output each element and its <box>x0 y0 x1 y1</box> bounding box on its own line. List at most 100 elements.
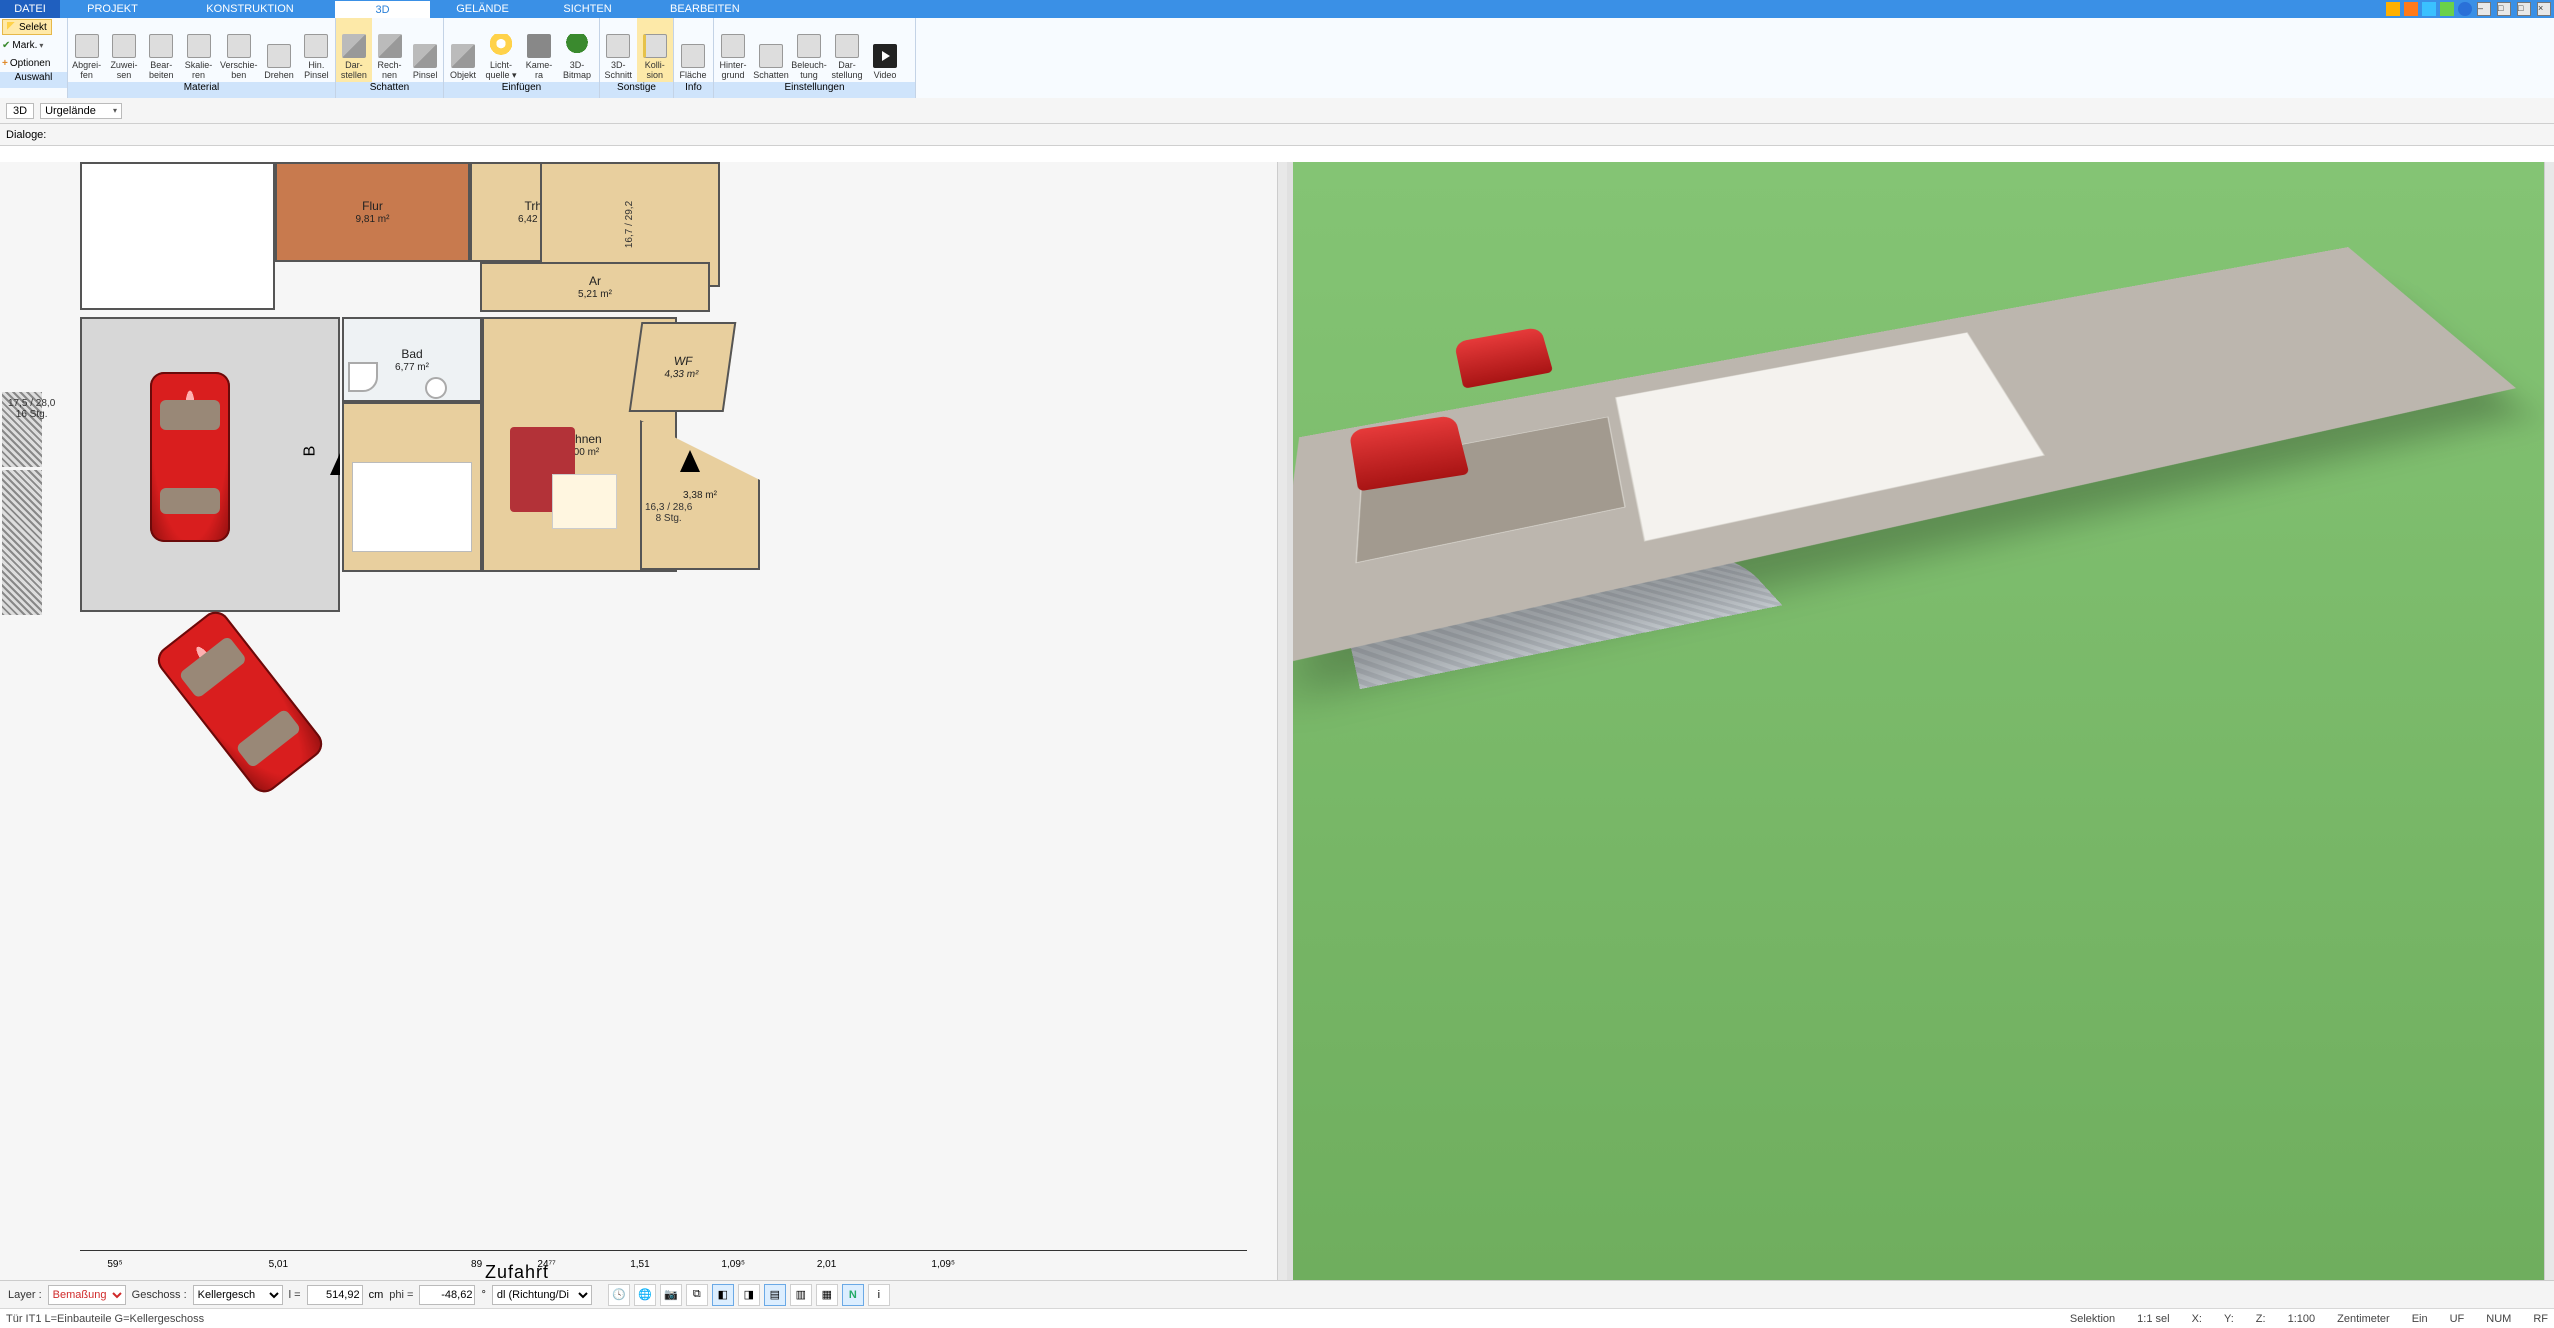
floorplan: 17,5 / 28,016 Stg. Flur9,81 m² Trh.6,42 … <box>80 162 1277 1280</box>
cm-label: cm <box>369 1289 384 1301</box>
group-title-sonstige: Sonstige <box>600 82 673 98</box>
view3d-pane[interactable]: ≡ 🪑 🌳 <box>1293 162 2544 1280</box>
layers1-icon[interactable]: ◧ <box>712 1284 734 1306</box>
pinsel-button[interactable]: Pinsel <box>407 18 443 82</box>
tri-area: 3,38 m² <box>683 490 717 501</box>
verschieben-button[interactable]: Verschie-ben <box>217 18 260 82</box>
status-left: Tür IT1 L=Einbauteile G=Kellergeschoss <box>6 1313 204 1325</box>
selekt-label: Selekt <box>19 22 47 33</box>
tab-gelaende[interactable]: GELÄNDE <box>430 0 535 18</box>
lichtquelle-button[interactable]: Licht-quelle ▾ <box>482 18 520 82</box>
hintergrund-label: Hinter-grund <box>719 61 746 80</box>
layer-select[interactable]: Bemaßung <box>48 1285 126 1305</box>
room-blank <box>80 162 275 310</box>
dialoge-label: Dialoge: <box>6 129 46 141</box>
refresh-icon[interactable] <box>2440 2 2454 16</box>
skalieren-label: Skalie-ren <box>185 61 213 80</box>
north-arrow-1 <box>680 450 700 472</box>
tab-datei[interactable]: DATEI <box>0 0 60 18</box>
bearbeiten-button[interactable]: Bear-beiten <box>143 18 180 82</box>
schnitt-button[interactable]: 3D-Schnitt <box>600 18 637 82</box>
wf-area: 4,33 m² <box>664 369 699 380</box>
tab-konstruktion[interactable]: KONSTRUKTION <box>165 0 335 18</box>
tab-bearbeiten[interactable]: BEARBEITEN <box>640 0 1680 18</box>
beleuchtung-button[interactable]: Beleuch-tung <box>790 18 828 82</box>
lichtquelle-label: Licht-quelle ▾ <box>485 61 516 80</box>
darstellen-button[interactable]: Dar-stellen <box>336 18 372 82</box>
flur-name: Flur <box>362 199 383 213</box>
status-z: Z: <box>2256 1313 2266 1325</box>
flaeche-button[interactable]: Fläche <box>674 18 712 82</box>
room-ar: Ar5,21 m² <box>480 262 710 312</box>
darstellung-label: Dar-stellung <box>831 61 862 80</box>
workspace: 17,5 / 28,016 Stg. Flur9,81 m² Trh.6,42 … <box>0 162 2554 1280</box>
window-restore[interactable]: □ <box>2517 2 2531 16</box>
bottom-icon-strip: 🕓 🌐 📷 ⧉ ◧ ◨ ▤ ▥ ▦ N i <box>608 1284 890 1306</box>
abgreifen-button[interactable]: Abgrei-fen <box>68 18 105 82</box>
optionen-button[interactable]: +Optionen <box>2 58 50 69</box>
group-schatten: Dar-stellen Rech-nen Pinsel Schatten <box>336 18 444 98</box>
tools-icon[interactable] <box>2386 2 2400 16</box>
phi-input[interactable] <box>419 1285 475 1305</box>
window-minimize[interactable]: – <box>2477 2 2491 16</box>
terrain-dropdown[interactable]: Urgelände▾ <box>40 103 122 119</box>
right-scrollbar[interactable] <box>2544 162 2554 1280</box>
floorplan-pane[interactable]: 17,5 / 28,016 Stg. Flur9,81 m² Trh.6,42 … <box>0 162 1277 1280</box>
geschoss-select[interactable]: Kellergesch <box>193 1285 283 1305</box>
info-icon[interactable]: i <box>868 1284 890 1306</box>
status-num: NUM <box>2486 1313 2511 1325</box>
statusbar: Tür IT1 L=Einbauteile G=Kellergeschoss S… <box>0 1308 2554 1328</box>
room-wf: WF4,33 m² <box>629 322 737 412</box>
drehen-button[interactable]: Drehen <box>260 18 297 82</box>
video-button[interactable]: Video <box>866 18 904 82</box>
rechnen-button[interactable]: Rech-nen <box>372 18 408 82</box>
layers3-icon[interactable]: ▤ <box>764 1284 786 1306</box>
zuweisen-button[interactable]: Zuwei-sen <box>105 18 142 82</box>
length-input[interactable] <box>307 1285 363 1305</box>
layers2-icon[interactable]: ◨ <box>738 1284 760 1306</box>
darstellung-button[interactable]: Dar-stellung <box>828 18 866 82</box>
length-label: l = <box>289 1289 301 1301</box>
left-scrollbar[interactable] <box>1277 162 1287 1280</box>
mark-button[interactable]: ✔Mark.▾ <box>2 40 43 51</box>
hinpinsel-button[interactable]: Hin.Pinsel <box>298 18 335 82</box>
window-close[interactable]: × <box>2537 2 2551 16</box>
kollision-button[interactable]: Kolli-sion <box>637 18 674 82</box>
settings-icon[interactable] <box>2422 2 2436 16</box>
skalieren-button[interactable]: Skalie-ren <box>180 18 217 82</box>
grid-icon[interactable]: ▦ <box>816 1284 838 1306</box>
deg-label: ° <box>481 1289 485 1301</box>
clock-icon[interactable]: 🕓 <box>608 1284 630 1306</box>
ribbon: Selekt ✔Mark.▾ +Optionen Auswahl Abgrei-… <box>0 18 2554 98</box>
darstellen-label: Dar-stellen <box>341 61 367 80</box>
layers4-icon[interactable]: ▥ <box>790 1284 812 1306</box>
dim-2: 5,01 <box>269 1259 288 1270</box>
help-icon[interactable] <box>2458 2 2472 16</box>
tab-3d[interactable]: 3D <box>335 0 430 18</box>
rechnen-label: Rech-nen <box>378 61 402 80</box>
objekt-button[interactable]: Objekt <box>444 18 482 82</box>
tab-projekt[interactable]: PROJEKT <box>60 0 165 18</box>
clipboard-icon[interactable] <box>2404 2 2418 16</box>
flur-area: 9,81 m² <box>356 214 390 225</box>
dim-6: 1,09⁵ <box>721 1259 745 1270</box>
status-rf: RF <box>2533 1313 2548 1325</box>
hintergrund-button[interactable]: Hinter-grund <box>714 18 752 82</box>
globe-icon[interactable]: 🌐 <box>634 1284 656 1306</box>
copy-icon[interactable]: ⧉ <box>686 1284 708 1306</box>
tab-sichten[interactable]: SICHTEN <box>535 0 640 18</box>
kamera-button[interactable]: Kame-ra <box>520 18 558 82</box>
phi-label: phi = <box>389 1289 413 1301</box>
hatch-2 <box>2 470 42 615</box>
table <box>552 474 617 529</box>
group-title-einfuegen: Einfügen <box>444 82 599 98</box>
selekt-button[interactable]: Selekt <box>2 19 52 35</box>
schatten-settings-button[interactable]: Schatten <box>752 18 790 82</box>
bitmap-button[interactable]: 3D-Bitmap <box>558 18 596 82</box>
dl-select[interactable]: dl (Richtung/Di <box>492 1285 592 1305</box>
north-icon[interactable]: N <box>842 1284 864 1306</box>
status-x: X: <box>2192 1313 2202 1325</box>
status-scale: 1:100 <box>2288 1313 2316 1325</box>
kamera-label: Kame-ra <box>526 61 553 80</box>
window-maximize[interactable]: □ <box>2497 2 2511 16</box>
